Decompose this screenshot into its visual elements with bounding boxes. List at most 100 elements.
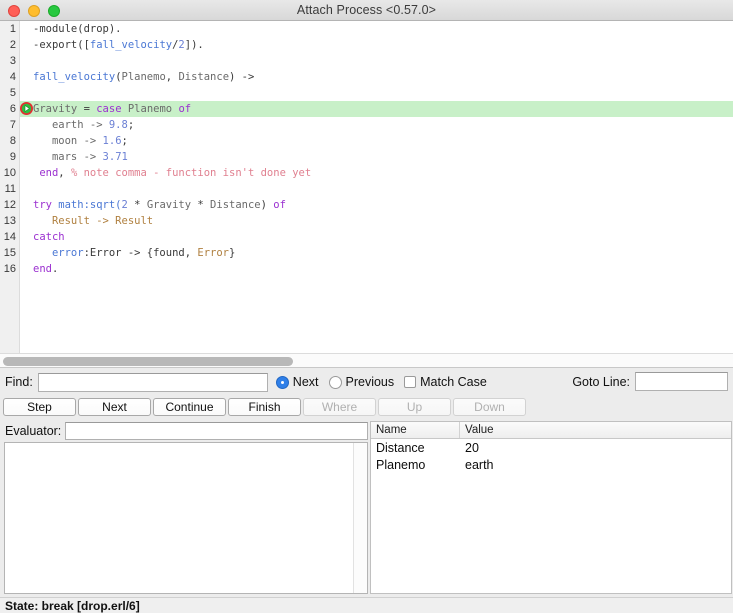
checkbox-match-case[interactable] bbox=[404, 376, 417, 388]
goto-line-input[interactable] bbox=[635, 372, 728, 391]
next-button[interactable]: Next bbox=[78, 398, 151, 416]
code-line[interactable]: 1 -module(drop). bbox=[0, 21, 733, 37]
status-text: State: break [drop.erl/6] bbox=[5, 598, 140, 613]
code-token: 9.8 bbox=[108, 119, 128, 131]
status-bar: State: break [drop.erl/6] bbox=[0, 597, 733, 613]
line-number[interactable]: 10 bbox=[0, 165, 20, 181]
zoom-button[interactable] bbox=[48, 4, 60, 17]
code-token: moon -> bbox=[33, 135, 103, 147]
code-token: * bbox=[191, 199, 211, 211]
line-number[interactable]: 6 bbox=[0, 101, 20, 117]
variable-bindings-table[interactable]: Name Value Distance 20 Planemo earth bbox=[370, 421, 732, 594]
radio-next[interactable] bbox=[275, 375, 289, 389]
evaluator-row: Evaluator: bbox=[0, 421, 368, 440]
line-number[interactable]: 15 bbox=[0, 245, 20, 261]
evaluator-input[interactable] bbox=[65, 421, 368, 440]
variable-table-header: Name Value bbox=[371, 422, 731, 439]
code-token: = bbox=[77, 103, 97, 115]
evaluator-output[interactable] bbox=[4, 442, 368, 594]
code-token: . bbox=[51, 263, 59, 275]
code-token: Error bbox=[197, 247, 229, 259]
line-number[interactable]: 7 bbox=[0, 117, 20, 133]
code-token: Planemo bbox=[127, 103, 173, 115]
code-line[interactable]: 6 Gravity = case Planemo of bbox=[0, 101, 733, 117]
search-input[interactable] bbox=[37, 372, 268, 392]
code-line-text[interactable]: end, % note comma - function isn't done … bbox=[20, 165, 733, 181]
code-line-text[interactable]: error:Error -> {found, Error} bbox=[20, 245, 733, 261]
line-number[interactable]: 1 bbox=[0, 21, 20, 37]
code-token: -export([ bbox=[33, 39, 90, 51]
line-number[interactable]: 16 bbox=[0, 261, 20, 277]
editor-horizontal-scrollbar[interactable] bbox=[0, 353, 733, 368]
line-number[interactable]: 2 bbox=[0, 37, 20, 53]
editor-horizontal-scrollbar-thumb[interactable] bbox=[3, 357, 293, 366]
line-number[interactable]: 3 bbox=[0, 53, 20, 69]
line-number[interactable]: 5 bbox=[0, 85, 20, 101]
code-token: fall_velocity bbox=[89, 39, 173, 51]
code-token: } bbox=[228, 247, 236, 259]
code-line[interactable]: 5 bbox=[0, 85, 733, 101]
code-line-text[interactable]: Gravity = case Planemo of bbox=[20, 101, 733, 117]
code-line[interactable]: 16 end. bbox=[0, 261, 733, 277]
code-token: Gravity bbox=[146, 199, 192, 211]
code-line-text[interactable]: mars -> 3.71 bbox=[20, 149, 733, 165]
code-line[interactable]: 12 try math:sqrt(2 * Gravity * Distance) … bbox=[0, 197, 733, 213]
code-line[interactable]: 8 moon -> 1.6; bbox=[0, 133, 733, 149]
line-number[interactable]: 12 bbox=[0, 197, 20, 213]
code-line-text[interactable]: earth -> 9.8; bbox=[20, 117, 733, 133]
attach-process-window: Attach Process <0.57.0> 1 -module(drop). 2… bbox=[0, 0, 733, 613]
code-token: earth -> bbox=[33, 119, 109, 131]
table-row[interactable]: Distance 20 bbox=[371, 439, 731, 456]
code-line[interactable]: 2 -export([fall_velocity/2]). bbox=[0, 37, 733, 53]
code-line[interactable]: 11 bbox=[0, 181, 733, 197]
code-line-text[interactable] bbox=[20, 181, 733, 197]
code-token: Planemo bbox=[121, 71, 166, 83]
code-line-text[interactable]: try math:sqrt(2 * Gravity * Distance) of bbox=[20, 197, 733, 213]
line-number[interactable]: 13 bbox=[0, 213, 20, 229]
radio-previous[interactable] bbox=[328, 375, 342, 389]
code-token: Distance bbox=[210, 199, 261, 211]
goto-line-label: Goto Line: bbox=[572, 374, 630, 389]
code-line[interactable]: 9 mars -> 3.71 bbox=[0, 149, 733, 165]
code-line[interactable]: 14 catch bbox=[0, 229, 733, 245]
code-line-text[interactable]: -export([fall_velocity/2]). bbox=[20, 37, 733, 53]
line-number[interactable]: 4 bbox=[0, 69, 20, 85]
code-line[interactable]: 3 bbox=[0, 53, 733, 69]
line-number[interactable]: 11 bbox=[0, 181, 20, 197]
code-token: Gravity bbox=[33, 103, 78, 115]
variable-value-cell: earth bbox=[465, 457, 494, 472]
code-line-text[interactable] bbox=[20, 85, 733, 101]
line-number[interactable]: 9 bbox=[0, 149, 20, 165]
step-button[interactable]: Step bbox=[3, 398, 76, 416]
code-line-text[interactable]: catch bbox=[20, 229, 733, 245]
minimize-button[interactable] bbox=[28, 4, 40, 17]
code-line-text[interactable] bbox=[20, 53, 733, 69]
code-line[interactable]: 4 fall_velocity(Planemo, Distance) -> bbox=[0, 69, 733, 85]
code-line[interactable]: 13 Result -> Result bbox=[0, 213, 733, 229]
column-header-value[interactable]: Value bbox=[460, 422, 731, 438]
code-line[interactable]: 10 end, % note comma - function isn't do… bbox=[0, 165, 733, 181]
code-line[interactable]: 15 error:Error -> {found, Error} bbox=[0, 245, 733, 261]
code-area[interactable]: 1 -module(drop). 2 -export([fall_velocity/2… bbox=[0, 21, 733, 353]
current-line-arrow-icon[interactable] bbox=[20, 102, 33, 115]
code-line-text[interactable]: fall_velocity(Planemo, Distance) -> bbox=[20, 69, 733, 85]
finish-button[interactable]: Finish bbox=[228, 398, 301, 416]
evaluator-output-scrollbar[interactable] bbox=[353, 443, 367, 593]
continue-button[interactable]: Continue bbox=[153, 398, 226, 416]
goto-line-group: Goto Line: bbox=[572, 372, 728, 391]
code-line-text[interactable]: moon -> 1.6; bbox=[20, 133, 733, 149]
variable-name-cell: Distance bbox=[376, 440, 425, 455]
table-row[interactable]: Planemo earth bbox=[371, 456, 731, 473]
code-token: end bbox=[39, 167, 59, 179]
debugger-button-row: Step Next Continue Finish Where Up Down bbox=[0, 397, 733, 417]
code-line[interactable]: 7 earth -> 9.8; bbox=[0, 117, 733, 133]
line-number[interactable]: 14 bbox=[0, 229, 20, 245]
code-line-text[interactable]: Result -> Result bbox=[20, 213, 733, 229]
source-editor[interactable]: 1 -module(drop). 2 -export([fall_velocity/2… bbox=[0, 21, 733, 353]
code-line-text[interactable]: -module(drop). bbox=[20, 21, 733, 37]
column-header-name[interactable]: Name bbox=[371, 422, 460, 438]
line-number[interactable]: 8 bbox=[0, 133, 20, 149]
code-line-text[interactable]: end. bbox=[20, 261, 733, 277]
code-token: Distance bbox=[178, 71, 230, 83]
close-button[interactable] bbox=[8, 4, 20, 17]
